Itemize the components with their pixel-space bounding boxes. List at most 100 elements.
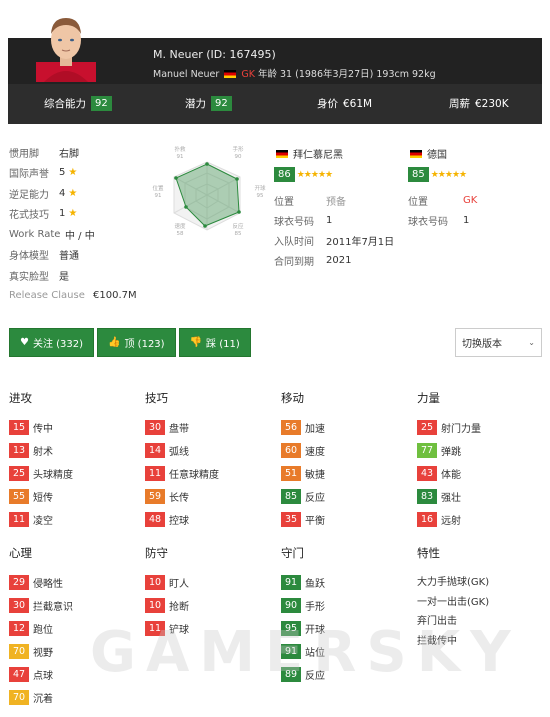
stat-name: 弹跳 bbox=[441, 447, 461, 458]
stat-value-badge: 51 bbox=[281, 466, 301, 481]
traits-column: 特性 大力手抛球(GK) 一对一出击(GK) 弃门出击 拦截传中 bbox=[417, 545, 489, 649]
stat-name: 抢断 bbox=[169, 602, 189, 613]
attr-row-reputation: 国际声誉 5 ★ bbox=[9, 163, 137, 184]
stat-row: 77 弹跳 bbox=[417, 439, 481, 462]
stat-row: 70 视野 bbox=[9, 640, 73, 663]
stat-row: 10 抢断 bbox=[145, 594, 189, 617]
version-select[interactable]: 切换版本 ⌄ bbox=[455, 328, 542, 357]
stat-value-badge: 25 bbox=[417, 420, 437, 435]
stat-row: 13 射术 bbox=[9, 439, 73, 462]
like-button[interactable]: 👍 顶 (123) bbox=[97, 328, 176, 357]
attr-value: 4 bbox=[59, 187, 66, 199]
stat-column-title: 心理 bbox=[9, 546, 32, 560]
stat-column-title: 防守 bbox=[145, 546, 168, 560]
club-info: 拜仁慕尼黑 86 ★★★★★ 位置 预备 球衣号码 1 入队时间 2011年7月1日 … bbox=[274, 146, 394, 270]
stat-value-badge: 89 bbox=[281, 667, 301, 682]
stat-row: 89 反应 bbox=[281, 663, 325, 686]
trait-item: 弃门出击 bbox=[417, 616, 457, 628]
stat-name: 长传 bbox=[169, 493, 189, 504]
germany-flag-icon bbox=[276, 149, 288, 158]
radar-point bbox=[174, 176, 178, 180]
stat-value-badge: 12 bbox=[9, 621, 29, 636]
thumbs-up-icon: 👍 bbox=[108, 337, 121, 348]
stat-value-badge: 55 bbox=[9, 489, 29, 504]
attr-row-body-type: 身体模型 普通 bbox=[9, 245, 137, 266]
follow-button[interactable]: ♥ 关注 (332) bbox=[9, 328, 95, 357]
stat-value-badge: 10 bbox=[145, 575, 165, 590]
club-row-value: 2021 bbox=[326, 254, 352, 266]
stat-column-title: 移动 bbox=[281, 391, 304, 405]
club-row-value: 1 bbox=[326, 214, 333, 226]
stat-row: 85 反应 bbox=[281, 485, 325, 508]
attr-row-work-rate: Work Rate 中 / 中 bbox=[9, 224, 137, 245]
stat-column-title: 技巧 bbox=[145, 391, 168, 405]
stat-column-title: 守门 bbox=[281, 546, 304, 560]
overall-stat: 综合能力 92 bbox=[44, 96, 112, 111]
stat-column: 力量 25 射门力量 77 弹跳 43 体能 83 强壮 16 远射 bbox=[417, 390, 481, 531]
stat-value-badge: 10 bbox=[145, 598, 165, 613]
stat-value-badge: 83 bbox=[417, 489, 437, 504]
stat-row: 48 控球 bbox=[145, 508, 219, 531]
five-stars-icon: ★★★★★ bbox=[296, 169, 333, 180]
stat-name: 平衡 bbox=[305, 516, 325, 527]
stat-name: 凌空 bbox=[33, 516, 53, 527]
stat-row: 35 平衡 bbox=[281, 508, 325, 531]
national-rating-value: 85 bbox=[408, 167, 429, 182]
radar-value: 91 bbox=[177, 154, 184, 160]
stat-name: 站位 bbox=[305, 648, 325, 659]
traits-title: 特性 bbox=[417, 546, 440, 560]
radar-point bbox=[235, 177, 239, 181]
club-row: 入队时间 2011年7月1日 bbox=[274, 230, 394, 250]
wage-stat: 周薪 €230K bbox=[449, 96, 509, 111]
stat-column-title: 力量 bbox=[417, 391, 440, 405]
stat-row: 15 传中 bbox=[9, 416, 73, 439]
stat-row: 95 开球 bbox=[281, 617, 325, 640]
stat-value-badge: 47 bbox=[9, 667, 29, 682]
germany-flag-icon bbox=[410, 149, 422, 158]
stat-name: 强壮 bbox=[441, 493, 461, 504]
stat-row: 14 弧线 bbox=[145, 439, 219, 462]
stat-name: 远射 bbox=[441, 516, 461, 527]
stat-value-badge: 15 bbox=[9, 420, 29, 435]
attr-value: 普通 bbox=[59, 251, 79, 263]
national-row-label: 球衣号码 bbox=[408, 216, 448, 228]
attr-label: 逆足能力 bbox=[9, 189, 49, 201]
trait-item: 拦截传中 bbox=[417, 635, 457, 647]
dislike-button[interactable]: 👎 踩 (11) bbox=[178, 328, 251, 357]
follow-label: 关注 (332) bbox=[32, 339, 84, 350]
club-name[interactable]: 拜仁慕尼黑 bbox=[293, 146, 343, 161]
stat-name: 点球 bbox=[33, 671, 53, 682]
attr-label: 真实脸型 bbox=[9, 271, 49, 283]
attr-label: Work Rate bbox=[9, 228, 61, 240]
stat-name: 敏捷 bbox=[305, 470, 325, 481]
radar-label: 反应 bbox=[232, 222, 244, 230]
stat-name: 手形 bbox=[305, 602, 325, 613]
stat-value-badge: 43 bbox=[417, 466, 437, 481]
national-name-row[interactable]: 德国 bbox=[408, 146, 477, 161]
player-position: GK bbox=[241, 69, 255, 80]
potential-label: 潜力 bbox=[185, 98, 206, 110]
stat-value-badge: 11 bbox=[145, 466, 165, 481]
club-name-row[interactable]: 拜仁慕尼黑 bbox=[274, 146, 394, 161]
radar-value: 58 bbox=[177, 231, 184, 237]
radar-point bbox=[237, 210, 241, 214]
stats-bar: 综合能力 92 潜力 92 身价 €61M 周薪 €230K bbox=[8, 84, 542, 124]
stat-row: 70 沉着 bbox=[9, 686, 73, 709]
stat-name: 反应 bbox=[305, 493, 325, 504]
player-avatar bbox=[36, 10, 96, 82]
stat-row: 60 速度 bbox=[281, 439, 325, 462]
radar-chart: 扑救 91 手形 90 开球 95 反应 85 速度 58 位置 91 bbox=[152, 146, 266, 237]
stat-name: 短传 bbox=[33, 493, 53, 504]
trait-item: 一对一出击(GK) bbox=[417, 596, 490, 608]
dislike-label: 踩 (11) bbox=[206, 339, 240, 350]
radar-value: 90 bbox=[235, 154, 242, 160]
wage-label: 周薪 bbox=[449, 98, 470, 110]
stat-row: 12 跑位 bbox=[9, 617, 73, 640]
attr-label: 惯用脚 bbox=[9, 148, 39, 160]
national-name[interactable]: 德国 bbox=[427, 146, 447, 161]
stat-name: 铲球 bbox=[169, 625, 189, 636]
star-icon: ★ bbox=[68, 208, 78, 220]
stat-name: 沉着 bbox=[33, 694, 53, 705]
attr-value: 中 / 中 bbox=[65, 230, 95, 242]
stat-row: 30 拦截意识 bbox=[9, 594, 73, 617]
